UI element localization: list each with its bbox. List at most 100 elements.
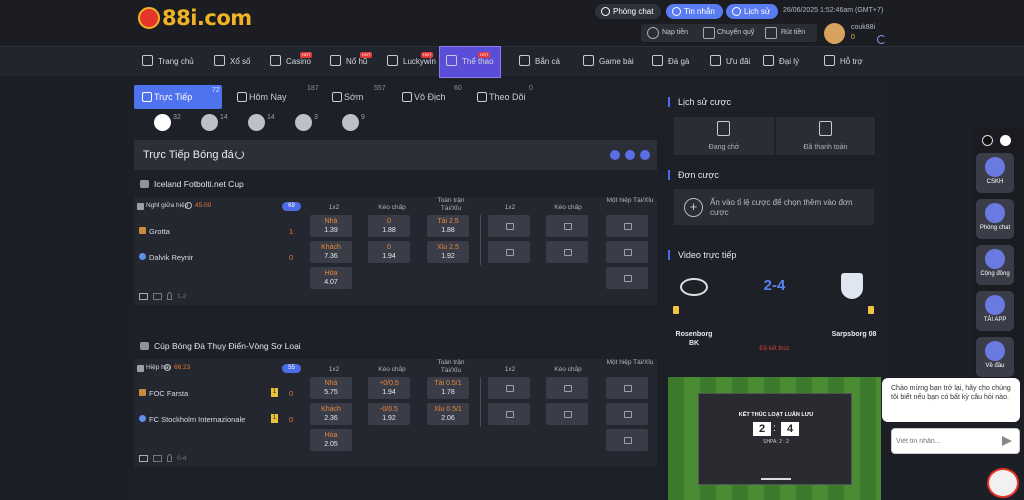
bet-slip-empty: + Ấn vào tỉ lệ cược để chọn thêm vào đơn… (674, 189, 874, 225)
video-progress-dots[interactable] (761, 478, 791, 480)
video-screen: KẾT THÚC LOẠT LUÂN LƯU 2 4 : SHPA: 2 : 2 (698, 393, 852, 485)
mascot-chat-icon[interactable] (987, 468, 1019, 498)
messages-button[interactable]: Tin nhắn (666, 4, 723, 19)
deposit-button[interactable]: Nạp tiền (662, 29, 688, 36)
odds-button[interactable]: Hòa 4.07 (310, 267, 352, 289)
nav-gift[interactable]: Ưu đãi (710, 47, 750, 77)
soccer-icon[interactable] (154, 114, 171, 131)
send-icon[interactable] (1002, 436, 1012, 446)
refresh-icon[interactable] (877, 35, 886, 44)
odds-button[interactable]: Xỉu 2.5 1.92 (427, 241, 469, 263)
nav-sports[interactable]: Thể thao HOT (439, 46, 501, 78)
rail-button-1[interactable]: Phòng chat (976, 199, 1014, 239)
rail-button-0[interactable]: CSKH (976, 153, 1014, 193)
video-icon[interactable] (139, 293, 148, 300)
nav-lottery[interactable]: Xổ số (214, 47, 250, 77)
history-button[interactable]: Lịch sử (726, 4, 779, 19)
more-markets-button[interactable]: 69 (282, 202, 301, 211)
tab-count: 0 (529, 85, 533, 92)
stats-icon[interactable] (153, 293, 162, 300)
league-header[interactable]: Iceland Fotbolti.net Cup (134, 173, 657, 195)
nav-luckywin[interactable]: Luckywin HOT (387, 47, 436, 77)
odds-button[interactable]: +0/0.5 1.94 (368, 377, 410, 399)
filter-icon[interactable] (610, 150, 620, 160)
sports-main: Trực Tiếp 72 Hôm Nay 187 Sớm 557 Vô Địch 60 Theo… (134, 83, 657, 500)
tab-1[interactable]: Hôm Nay 187 (229, 85, 319, 109)
star-icon[interactable] (137, 203, 144, 210)
odds-button[interactable]: Nhà 1.39 (310, 215, 352, 237)
yellow-card-badge: 1 (271, 388, 278, 397)
team-name[interactable]: Grotta (149, 227, 170, 236)
nav-fish[interactable]: Bắn cá (519, 47, 560, 77)
team-name[interactable]: Dalvik Reynir (149, 253, 193, 262)
stats-icon[interactable] (153, 455, 162, 462)
bet-history-title: Lịch sử cược (668, 97, 731, 107)
dark-mode-toggle[interactable] (982, 135, 993, 146)
tab-2[interactable]: Sớm 557 (324, 85, 386, 109)
star-icon[interactable] (137, 365, 144, 372)
nav-agent[interactable]: Đại lý (763, 47, 799, 77)
logo[interactable]: 88i.com (138, 6, 252, 30)
nav-slot[interactable]: Nổ hũ HOT (330, 47, 373, 77)
nav-rooster[interactable]: Đá gà (652, 47, 689, 77)
cskh-icon (985, 157, 1005, 177)
light-mode-toggle[interactable] (1000, 135, 1011, 146)
tab-4[interactable]: Theo Dõi 0 (469, 85, 539, 109)
transfer-button[interactable]: Chuyển quỹ (717, 29, 754, 36)
rail-label: Cộng đồng (980, 271, 1010, 277)
column-header: 1x2 (328, 366, 340, 373)
team-name[interactable]: FOC Farsta (149, 389, 188, 398)
settings-icon[interactable] (625, 150, 635, 160)
withdraw-icon (765, 27, 777, 39)
luckywin-icon (387, 55, 398, 66)
odds-button[interactable]: Hòa 2.05 (310, 429, 352, 451)
settled-bets-button[interactable]: Đã thanh toán (776, 117, 875, 155)
live-video-panel: Video trực tiếp 2-4 Rosenborg BK Sarpsbo… (668, 243, 881, 373)
nav-cards[interactable]: Game bài (583, 47, 634, 77)
more-markets-button[interactable]: 55 (282, 364, 301, 373)
basketball-icon[interactable] (201, 114, 218, 131)
early-icon (332, 92, 342, 102)
nav-support[interactable]: Hỗ trợ (824, 47, 863, 77)
nav-casino[interactable]: Casino HOT (270, 47, 313, 77)
pending-bets-button[interactable]: Đang chờ (674, 117, 774, 155)
odds-button[interactable]: Nhà 5.75 (310, 377, 352, 399)
tennis-icon[interactable] (248, 114, 265, 131)
chat-room-button[interactable]: Phòng chat (595, 4, 662, 19)
rail-button-2[interactable]: Cộng đồng (976, 245, 1014, 285)
corner-flag-icon (167, 454, 172, 462)
chat-input-box[interactable] (891, 428, 1020, 454)
video-icon[interactable] (139, 455, 148, 462)
league-header[interactable]: Cúp Bóng Đá Thụy Điển-Vòng Sơ Loại (134, 335, 657, 357)
chat-input[interactable] (896, 434, 996, 448)
rail-button-3[interactable]: TẢI APP (976, 291, 1014, 331)
odds-button[interactable]: Khách 7.36 (310, 241, 352, 263)
refresh-icon[interactable] (235, 150, 244, 159)
bet-slip-panel: Đơn cược + Ấn vào tỉ lệ cược để chọn thê… (668, 163, 881, 233)
column-header: Toàn trận Tài/Xỉu (437, 359, 465, 374)
badminton-icon[interactable] (342, 114, 359, 131)
team-score: 0 (289, 253, 294, 262)
video-player[interactable]: KẾT THÚC LOẠT LUÂN LƯU 2 4 : SHPA: 2 : 2 (668, 377, 881, 500)
tab-3[interactable]: Vô Địch 60 (394, 85, 464, 109)
odds-button[interactable]: Tài 0.5/1 1.78 (427, 377, 469, 399)
volleyball-icon[interactable] (295, 114, 312, 131)
nav-label: Xổ số (230, 57, 251, 66)
nav-home[interactable]: Trang chủ (142, 47, 194, 77)
avatar[interactable] (824, 23, 845, 44)
column-header: 1x2 (504, 204, 516, 211)
nav-label: Đại lý (779, 57, 800, 66)
balance: 0 (851, 34, 855, 41)
odds-button[interactable]: Tài 2.5 1.88 (427, 215, 469, 237)
rail-button-4[interactable]: Về đầu (976, 337, 1014, 377)
odds-button[interactable]: -0/0.5 1.92 (368, 403, 410, 425)
team-name[interactable]: FC Stockholm Internazionale (149, 415, 245, 424)
odds-value: 1.94 (382, 253, 396, 260)
odds-button[interactable]: Xỉu 0.5/1 2.06 (427, 403, 469, 425)
expand-icon[interactable] (640, 150, 650, 160)
withdraw-button[interactable]: Rút tiền (781, 29, 805, 36)
odds-button[interactable]: 0 1.94 (368, 241, 410, 263)
tab-0[interactable]: Trực Tiếp 72 (134, 85, 222, 109)
odds-button[interactable]: 0 1.88 (368, 215, 410, 237)
odds-button[interactable]: Khách 2.36 (310, 403, 352, 425)
